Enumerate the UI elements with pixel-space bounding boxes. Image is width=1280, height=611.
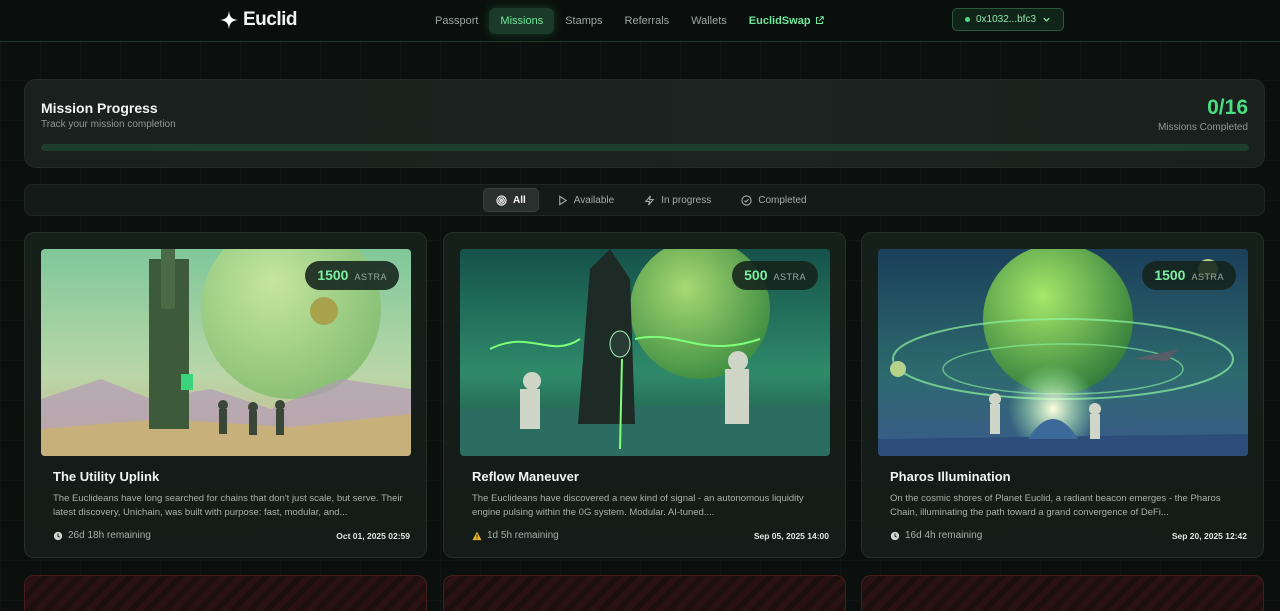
time-remaining: 26d 18h remaining	[53, 530, 151, 541]
nav-referrals-label: Referrals	[624, 14, 670, 27]
play-icon	[558, 194, 567, 206]
filter-bar: All Available In progress Completed	[24, 184, 1265, 216]
mission-title: Reflow Maneuver	[472, 469, 579, 484]
progress-title: Mission Progress	[41, 100, 158, 116]
target-icon	[496, 194, 507, 206]
connected-dot-icon	[964, 17, 970, 22]
mission-image: 1500 ASTRA	[41, 249, 411, 456]
mission-description: The Euclideans have discovered a new kin…	[472, 493, 804, 518]
main-menu: Passport Missions Stamps Referrals Walle…	[424, 7, 835, 34]
bolt-icon	[644, 195, 655, 205]
reward-amount: 1500	[1154, 267, 1186, 283]
nav-stamps-label: Stamps	[565, 14, 603, 27]
nav-euclidswap-label: EuclidSwap	[748, 14, 811, 27]
locked-mission-card[interactable]	[443, 575, 846, 611]
nav-missions-label: Missions	[500, 14, 544, 27]
clock-icon	[53, 531, 63, 540]
mission-card[interactable]: 500 ASTRA Reflow Maneuver The Euclideans…	[443, 232, 846, 558]
mission-description: The Euclideans have long searched for ch…	[53, 493, 403, 518]
reward-badge: 500 ASTRA	[732, 261, 818, 290]
reward-badge: 1500 ASTRA	[305, 261, 399, 290]
filter-completed[interactable]: Completed	[729, 188, 818, 212]
locked-mission-card[interactable]	[24, 575, 427, 611]
clock-icon	[890, 531, 900, 540]
mission-end-date: Oct 01, 2025 02:59	[336, 531, 410, 541]
missions-count-label: Missions Completed	[1157, 122, 1248, 133]
check-circle-icon	[741, 194, 752, 206]
mission-end-date: Sep 05, 2025 14:00	[753, 531, 829, 541]
reward-unit: ASTRA	[354, 272, 387, 282]
mission-description: On the cosmic shores of Planet Euclid, a…	[890, 493, 1221, 518]
chevron-down-icon	[1043, 17, 1050, 22]
reward-amount: 1500	[317, 267, 349, 283]
nav-stamps[interactable]: Stamps	[554, 8, 613, 34]
wallet-address: 0x1032...bfc3	[975, 14, 1037, 25]
mission-card[interactable]: 1500 ASTRA The Utility Uplink The Euclid…	[24, 232, 427, 558]
filter-all-label: All	[513, 194, 526, 206]
nav-passport-label: Passport	[435, 14, 479, 27]
warning-icon	[472, 531, 482, 540]
external-link-icon	[815, 16, 824, 25]
nav-euclidswap[interactable]: EuclidSwap	[738, 8, 835, 34]
time-remaining: 1d 5h remaining	[472, 530, 559, 541]
mission-progress-card: Mission Progress Track your mission comp…	[24, 79, 1265, 168]
time-remaining: 16d 4h remaining	[890, 530, 982, 541]
reward-unit: ASTRA	[1191, 272, 1224, 282]
mission-image: 1500 ASTRA	[878, 249, 1248, 456]
filter-in-progress[interactable]: In progress	[632, 188, 723, 212]
filter-available-label: Available	[573, 194, 615, 206]
time-remaining-text: 16d 4h remaining	[905, 530, 983, 541]
reward-unit: ASTRA	[773, 272, 806, 282]
locked-mission-card[interactable]	[861, 575, 1264, 611]
top-nav: Euclid Passport Missions Stamps Referral…	[0, 0, 1280, 42]
filter-all[interactable]: All	[483, 188, 539, 212]
mission-end-date: Sep 20, 2025 12:42	[1171, 531, 1247, 541]
mission-title: The Utility Uplink	[53, 469, 160, 484]
filter-in-progress-label: In progress	[661, 194, 712, 206]
nav-referrals[interactable]: Referrals	[614, 8, 681, 34]
progress-subtitle: Track your mission completion	[41, 119, 176, 130]
reward-amount: 500	[744, 267, 768, 283]
sparkle-icon	[220, 11, 238, 29]
euclid-logo[interactable]: Euclid	[220, 9, 298, 31]
nav-wallets-label: Wallets	[691, 14, 727, 27]
filter-completed-label: Completed	[758, 194, 807, 206]
mission-title: Pharos Illumination	[890, 469, 1011, 484]
mission-image: 500 ASTRA	[460, 249, 830, 456]
filter-available[interactable]: Available	[545, 188, 626, 212]
time-remaining-text: 26d 18h remaining	[68, 530, 151, 541]
reward-badge: 1500 ASTRA	[1142, 261, 1236, 290]
missions-count: 0/16	[1207, 96, 1248, 119]
nav-passport[interactable]: Passport	[424, 8, 489, 34]
mission-card[interactable]: 1500 ASTRA Pharos Illumination On the co…	[861, 232, 1264, 558]
nav-wallets[interactable]: Wallets	[680, 8, 738, 34]
time-remaining-text: 1d 5h remaining	[487, 530, 559, 541]
logo-text: Euclid	[243, 9, 298, 30]
progress-bar	[41, 144, 1249, 151]
nav-missions[interactable]: Missions	[489, 7, 555, 34]
wallet-button[interactable]: 0x1032...bfc3	[952, 8, 1064, 31]
